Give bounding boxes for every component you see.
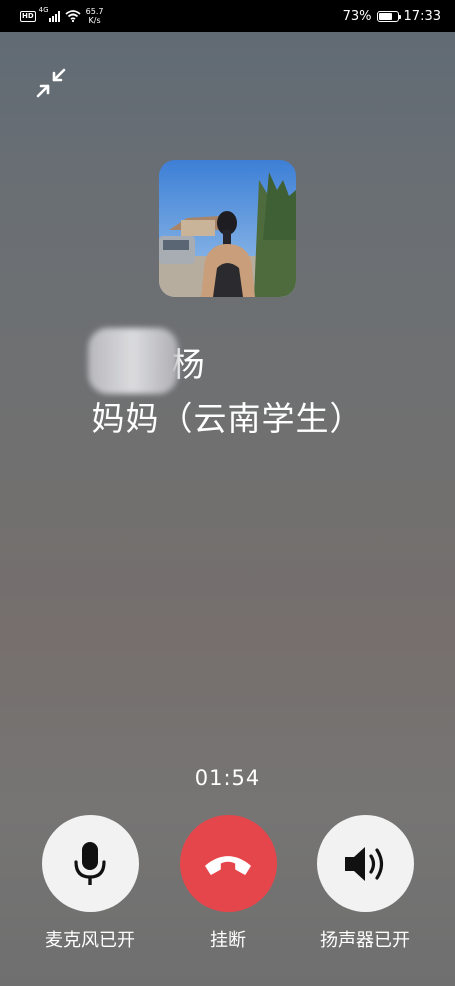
network-speed-value: 65.7 (85, 7, 104, 16)
phone-hangup-icon (205, 855, 251, 875)
caller-name-rest: 妈妈（云南学生） (91, 399, 364, 438)
network-speed-unit: K/s (88, 16, 101, 25)
microphone-icon (74, 841, 106, 885)
redaction-blur (88, 328, 178, 394)
speaker-button[interactable] (316, 815, 414, 912)
mute-button[interactable] (41, 815, 139, 912)
network-speed: 65.7 K/s (86, 7, 104, 25)
hangup-label: 挂断 (210, 930, 246, 951)
hangup-button[interactable] (179, 815, 277, 912)
speaker-control: 扬声器已开 (305, 815, 425, 952)
speaker-label: 扬声器已开 (320, 930, 410, 951)
status-bar-left: HD 4G 65.7 K/s (20, 6, 104, 25)
mute-control: 麦克风已开 (30, 815, 150, 952)
speaker-icon (345, 846, 384, 881)
wifi-icon (65, 10, 81, 22)
battery-icon (376, 10, 401, 22)
battery-fill (378, 12, 392, 20)
battery-percent: 73% (342, 8, 372, 24)
mute-label: 麦克风已开 (45, 930, 135, 951)
cellular-signal-icon: 4G (39, 6, 60, 22)
hd-icon: HD (20, 10, 36, 22)
status-bar-right: 73% 17:33 (343, 9, 441, 24)
hangup-control: 挂断 (168, 815, 288, 952)
call-duration: 01:54 (194, 766, 261, 790)
minimize-icon[interactable] (34, 66, 68, 100)
clock: 17:33 (403, 8, 441, 24)
status-bar: HD 4G 65.7 K/s 73% 17:33 (0, 0, 455, 32)
network-type: 4G (38, 6, 49, 14)
caller-avatar (159, 160, 296, 297)
